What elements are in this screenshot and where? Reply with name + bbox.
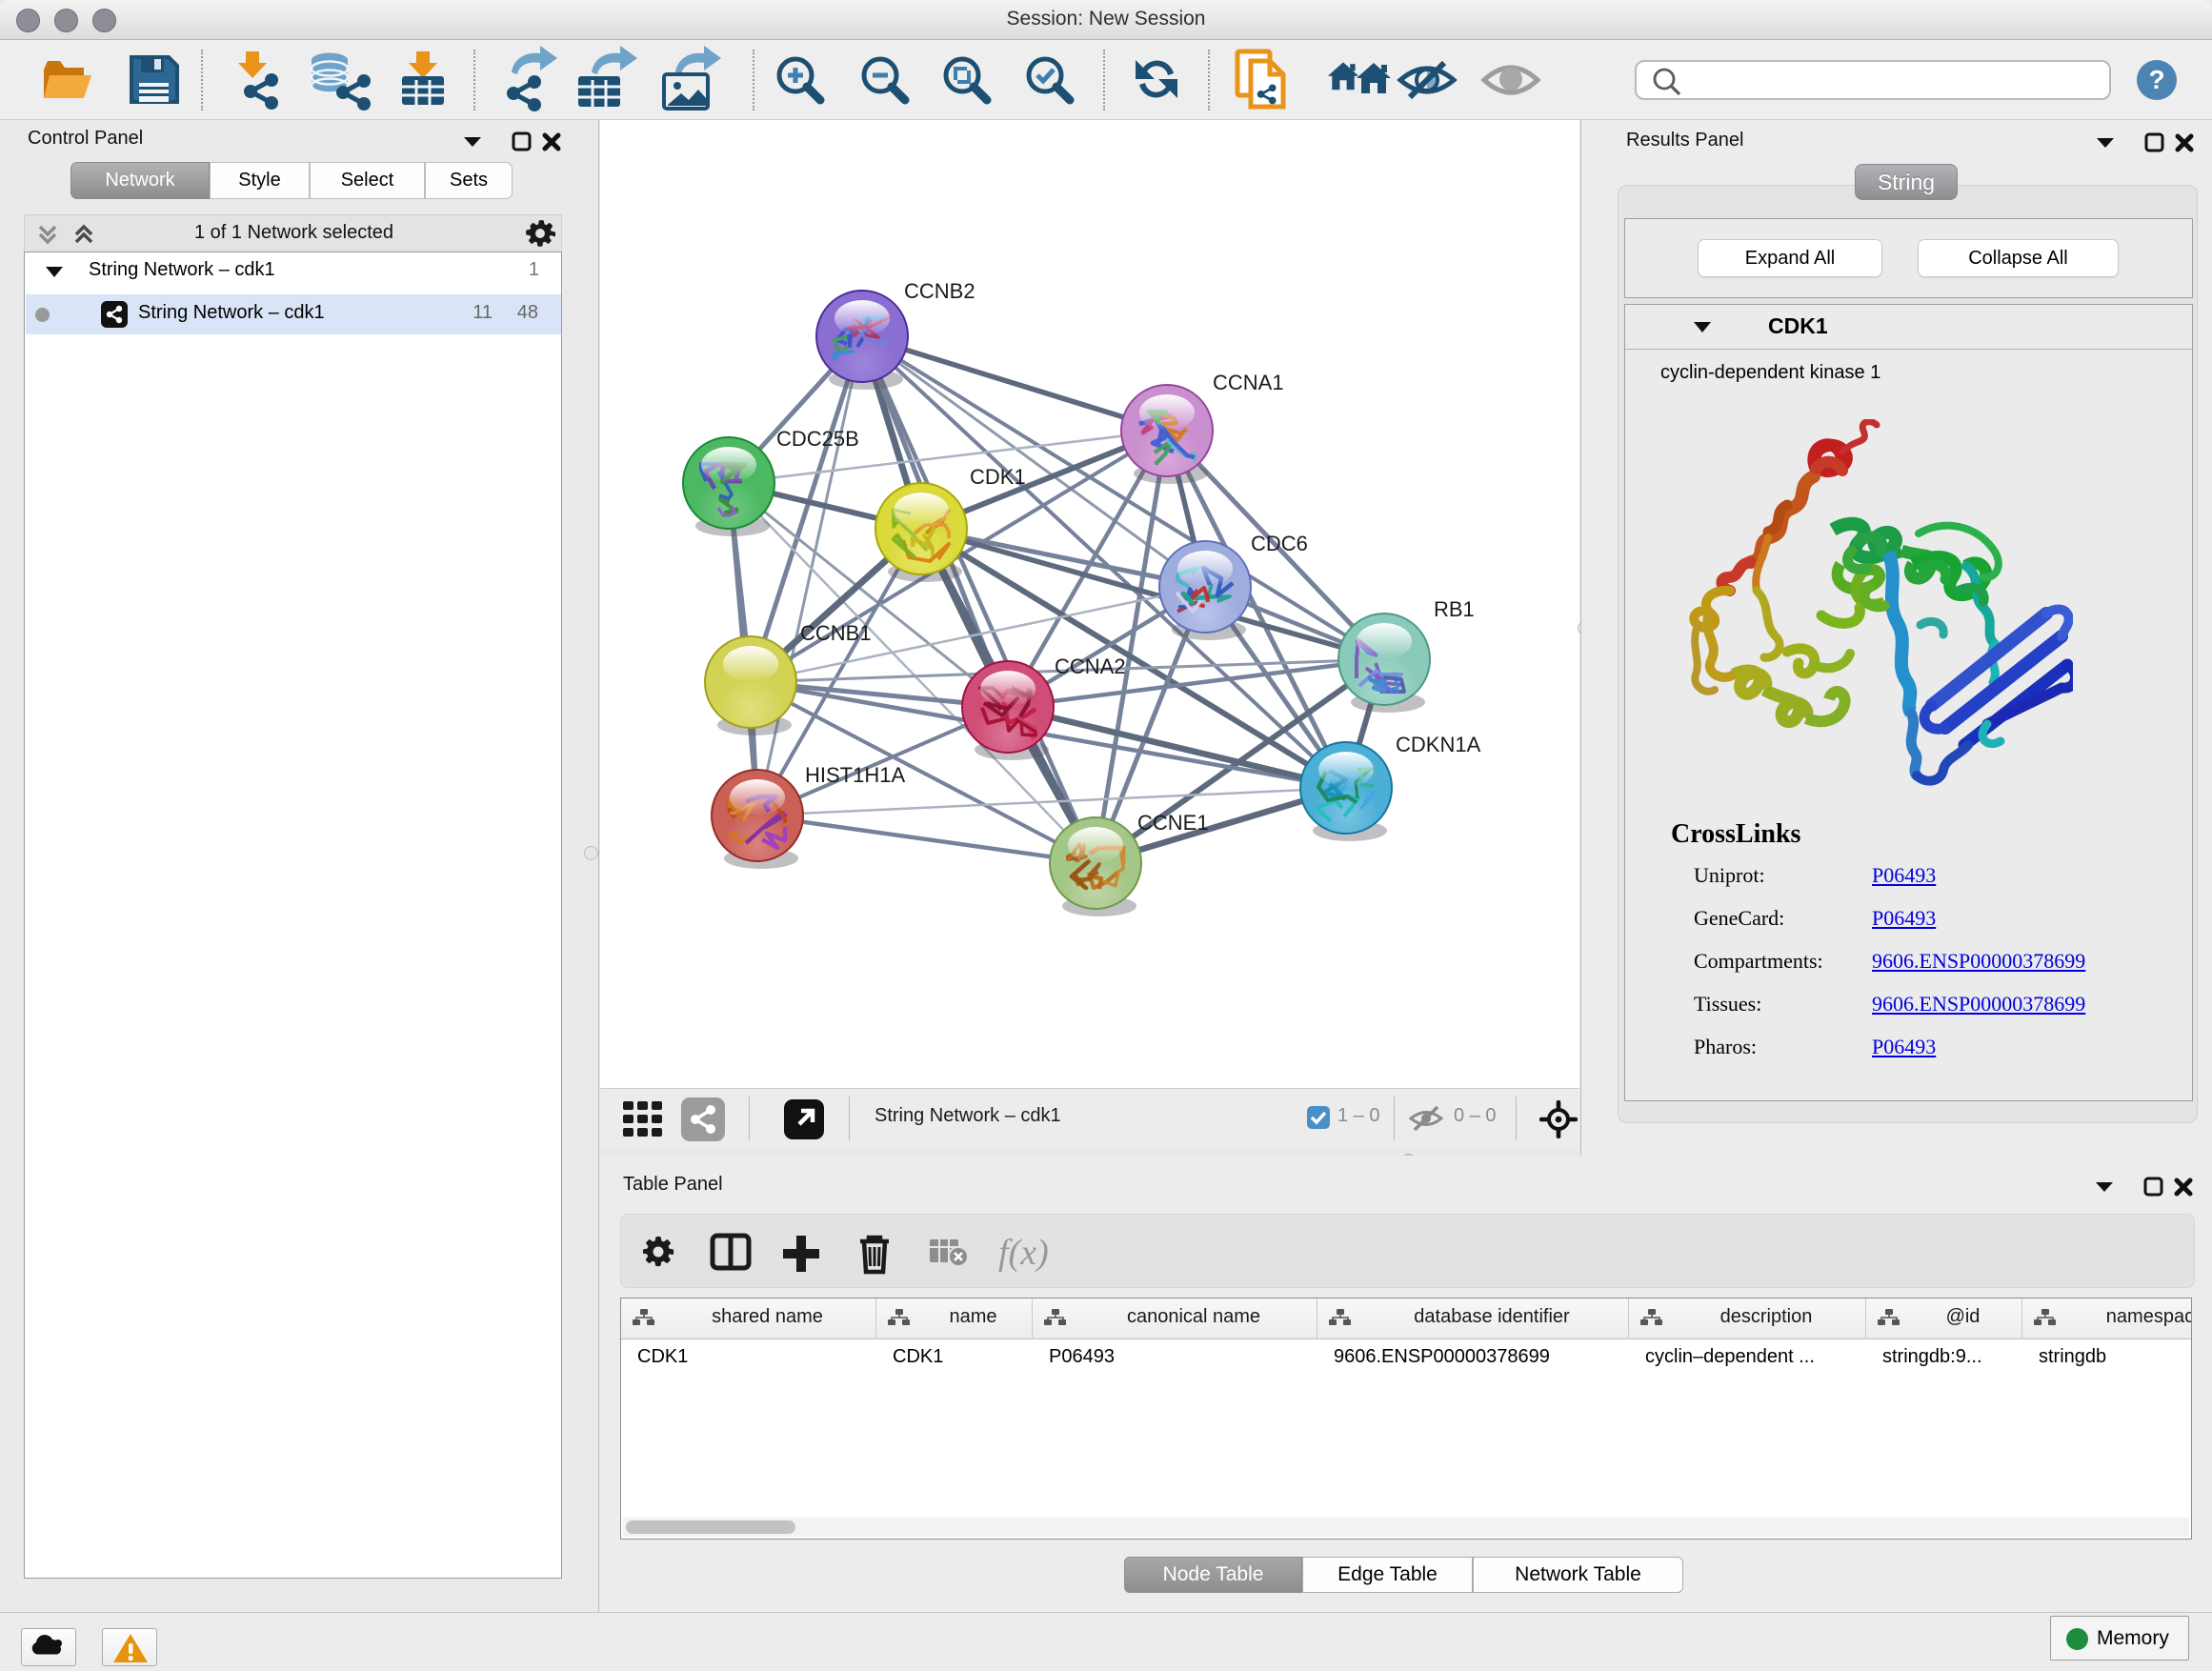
svg-text:CDK1: CDK1 (970, 465, 1026, 489)
svg-text:f(x): f(x) (998, 1233, 1049, 1273)
svg-text:CCNB1: CCNB1 (800, 621, 872, 645)
svg-text:RB1: RB1 (1434, 597, 1475, 621)
svg-text:HIST1H1A: HIST1H1A (805, 763, 905, 787)
svg-text:CDKN1A: CDKN1A (1396, 733, 1481, 756)
svg-text:CCNE1: CCNE1 (1137, 811, 1209, 835)
svg-text:CDC25B: CDC25B (776, 427, 859, 451)
svg-text:CCNB2: CCNB2 (904, 279, 975, 303)
svg-text:CCNA2: CCNA2 (1055, 654, 1126, 678)
svg-text:CDC6: CDC6 (1251, 532, 1308, 555)
svg-text:CCNA1: CCNA1 (1213, 371, 1284, 394)
